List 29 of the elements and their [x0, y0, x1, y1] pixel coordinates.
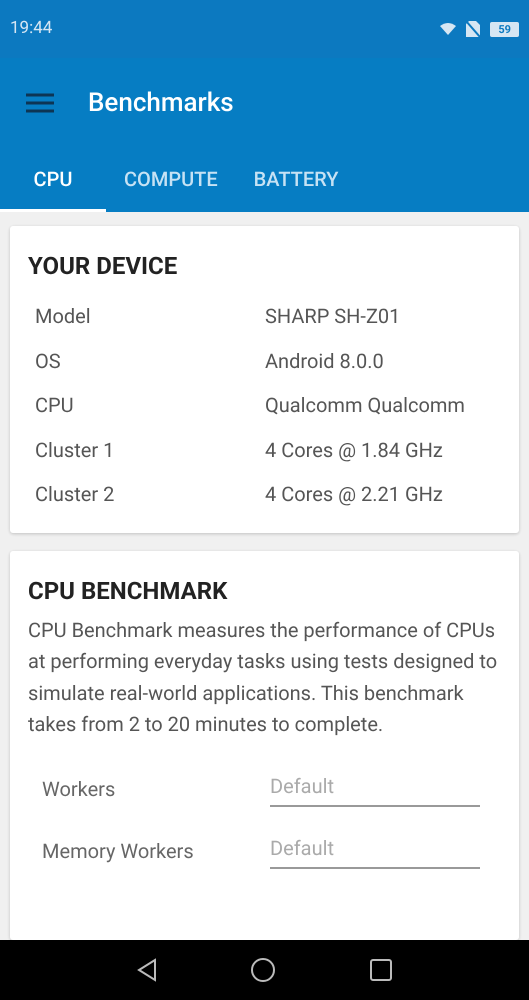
- spec-label: Model: [35, 303, 92, 330]
- spec-value: SHARP SH-Z01: [265, 303, 400, 330]
- spec-label: Cluster 2: [35, 481, 116, 508]
- menu-icon[interactable]: [26, 93, 54, 113]
- wifi-icon: [440, 22, 456, 36]
- spec-label: OS: [35, 348, 62, 375]
- spec-value: 4 Cores @ 2.21 GHz: [265, 481, 443, 508]
- card-title: YOUR DEVICE: [28, 251, 178, 282]
- card-title: CPU BENCHMARK: [28, 576, 228, 606]
- spec-value: Android 8.0.0: [265, 348, 384, 375]
- description: CPU Benchmark measures the performance of CPUs at performing everyday tasks using tests designed to simulate real-world applications. This benchmark takes from 2 to 20 minutes to complete.: [28, 616, 498, 738]
- tab[interactable]: CPU: [0, 148, 106, 212]
- tab[interactable]: COMPUTE: [106, 148, 236, 212]
- field-label: Workers: [42, 776, 116, 802]
- spec-label: CPU: [35, 392, 75, 420]
- spec-value: 4 Cores @ 1.84 GHz: [265, 436, 443, 464]
- field-label: Memory Workers: [42, 838, 195, 864]
- no-sim-icon: [466, 21, 480, 37]
- app-title: Benchmarks: [88, 86, 234, 120]
- clock: 19:44: [10, 17, 52, 40]
- battery-indicator: 59: [490, 22, 519, 36]
- home-icon[interactable]: [250, 957, 276, 983]
- input-field[interactable]: Default: [270, 832, 480, 868]
- input-field[interactable]: Default: [270, 770, 480, 806]
- spec-label: Cluster 1: [35, 436, 116, 464]
- recents-icon[interactable]: [370, 959, 392, 981]
- tab[interactable]: BATTERY: [236, 148, 356, 212]
- spec-value: Qualcomm Qualcomm: [265, 392, 465, 420]
- back-icon[interactable]: [136, 958, 157, 982]
